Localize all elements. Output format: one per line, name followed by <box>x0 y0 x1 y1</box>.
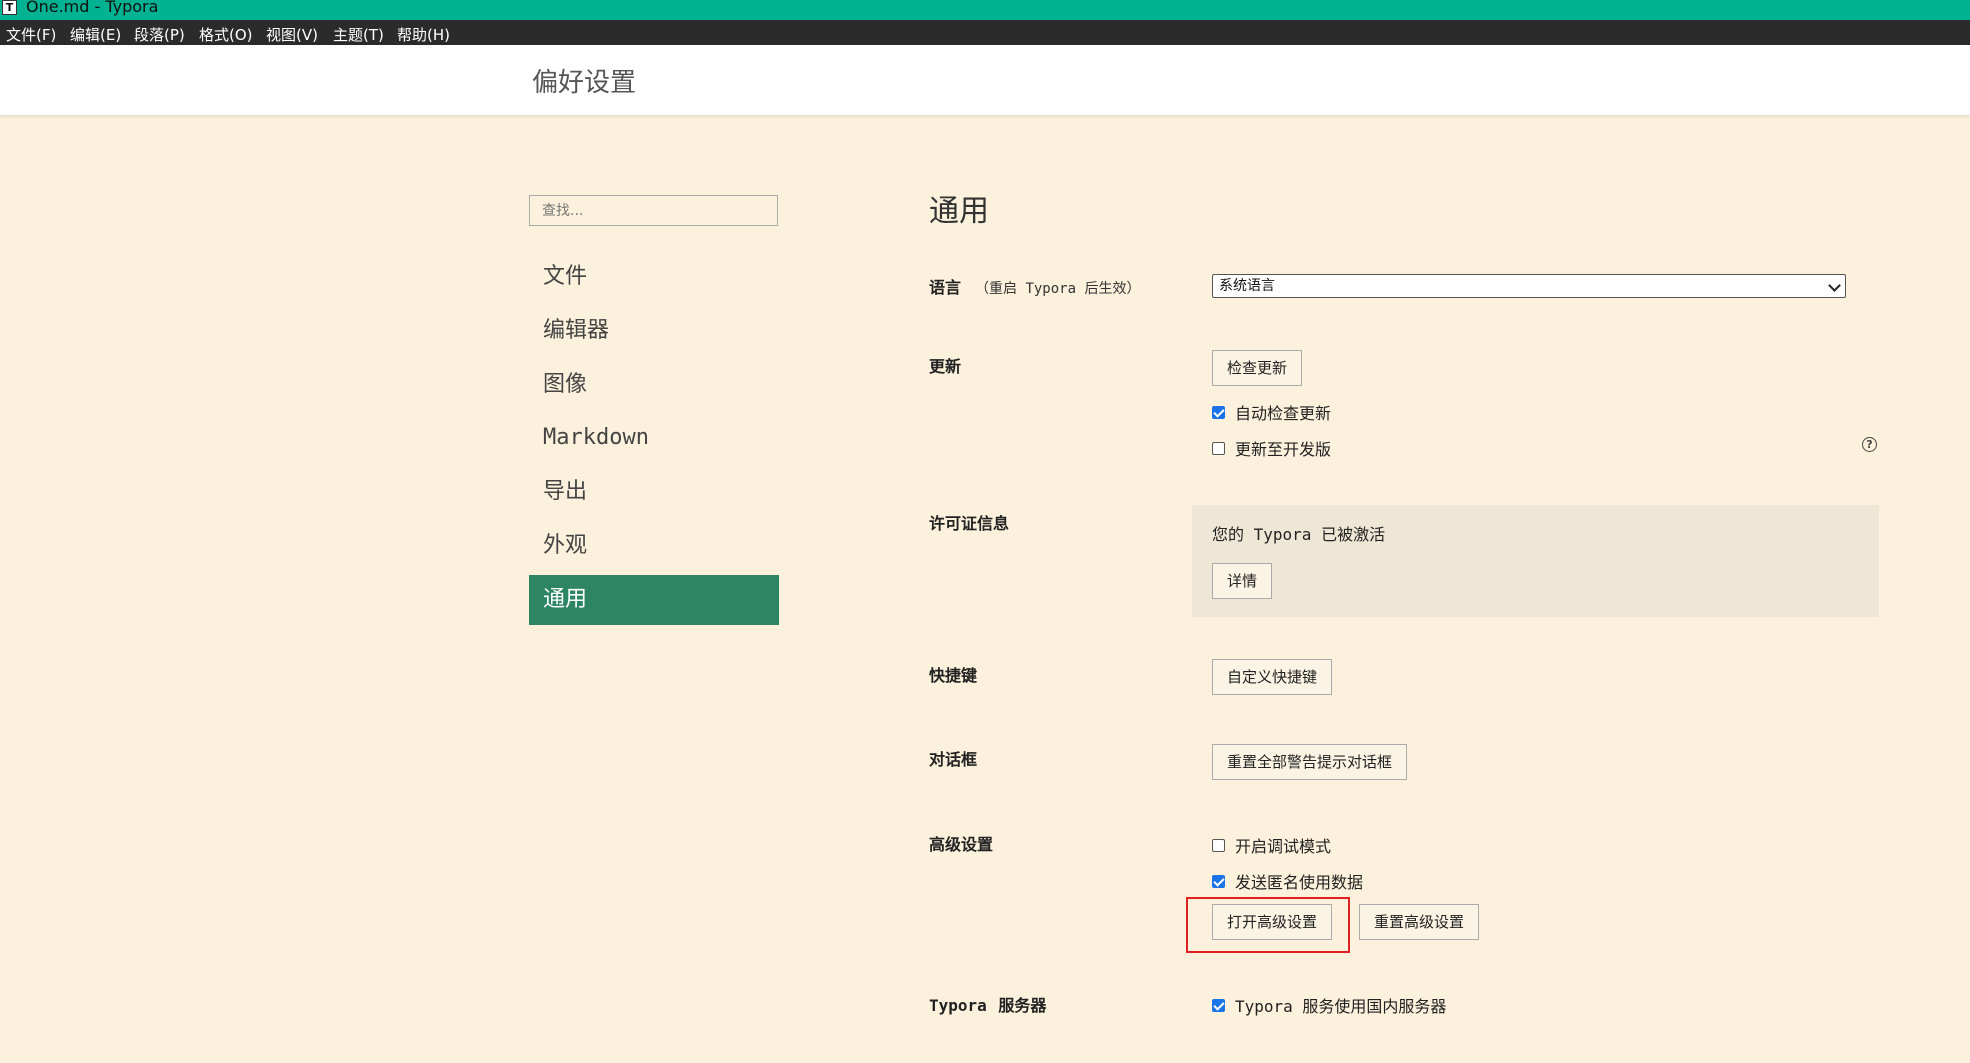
advanced-label: 高级设置 <box>929 835 994 854</box>
menu-format[interactable]: 格式(O) <box>199 24 253 45</box>
menu-edit[interactable]: 编辑(E) <box>70 24 121 45</box>
update-label: 更新 <box>929 357 962 376</box>
sidebar-item-general[interactable]: 通用 <box>529 575 779 625</box>
language-restart-hint: （重启 Typora 后生效） <box>975 281 1141 297</box>
language-label-text: 语言 <box>929 278 962 297</box>
chevron-down-icon <box>1828 279 1841 292</box>
auto-check-update-checkbox[interactable] <box>1212 405 1225 419</box>
debug-mode-checkbox[interactable] <box>1212 838 1225 852</box>
highlight-annotation-box <box>1186 897 1350 953</box>
language-label: 语言 （重启 Typora 后生效） <box>929 274 1140 298</box>
sidebar-item-markdown[interactable]: Markdown <box>529 413 779 463</box>
check-update-button[interactable]: 检查更新 <box>1212 350 1303 386</box>
language-select[interactable]: 系统语言 <box>1212 274 1846 298</box>
domestic-server-row[interactable]: Typora 服务使用国内服务器 <box>1212 993 1446 1017</box>
section-heading: 通用 <box>929 194 989 229</box>
sidebar-item-editor[interactable]: 编辑器 <box>529 306 779 356</box>
language-selected-value: 系统语言 <box>1219 278 1275 294</box>
dev-channel-checkbox[interactable] <box>1212 441 1225 455</box>
debug-mode-row[interactable]: 开启调试模式 <box>1212 833 1331 857</box>
license-panel: 您的 Typora 已被激活 详情 <box>1192 505 1879 617</box>
server-label: Typora 服务器 <box>929 992 1046 1016</box>
sidebar-item-export[interactable]: 导出 <box>529 467 779 517</box>
menu-paragraph[interactable]: 段落(P) <box>134 24 185 45</box>
menu-help[interactable]: 帮助(H) <box>397 24 450 45</box>
preferences-header: 偏好设置 <box>0 45 1970 116</box>
page-title: 偏好设置 <box>532 68 637 98</box>
server-label-suffix: 服务器 <box>998 996 1047 1015</box>
reset-advanced-settings-button[interactable]: 重置高级设置 <box>1359 904 1480 940</box>
search-input[interactable] <box>529 195 778 226</box>
menu-bar: 文件(F) 编辑(E) 段落(P) 格式(O) 视图(V) 主题(T) 帮助(H… <box>0 20 1970 45</box>
window-title: One.md - Typora <box>26 0 159 16</box>
license-status-text: 您的 Typora 已被激活 <box>1212 525 1386 544</box>
dev-channel-label: 更新至开发版 <box>1235 440 1332 459</box>
menu-view[interactable]: 视图(V) <box>266 24 318 45</box>
send-usage-label: 发送匿名使用数据 <box>1235 873 1364 892</box>
menu-file[interactable]: 文件(F) <box>6 24 56 45</box>
dev-channel-row[interactable]: 更新至开发版 <box>1212 436 1331 460</box>
domestic-server-checkbox[interactable] <box>1212 998 1225 1012</box>
license-details-button[interactable]: 详情 <box>1212 563 1273 599</box>
server-label-prefix: Typora <box>929 996 987 1015</box>
menu-themes[interactable]: 主题(T) <box>333 24 384 45</box>
reset-dialogs-button[interactable]: 重置全部警告提示对话框 <box>1212 744 1408 780</box>
title-bar: T One.md - Typora <box>0 0 1970 20</box>
typora-app-icon: T <box>2 0 17 15</box>
sidebar-item-image[interactable]: 图像 <box>529 360 779 410</box>
shortcuts-label: 快捷键 <box>929 666 978 685</box>
domestic-server-label: Typora 服务使用国内服务器 <box>1235 997 1447 1016</box>
send-usage-row[interactable]: 发送匿名使用数据 <box>1212 869 1363 893</box>
sidebar-item-appearance[interactable]: 外观 <box>529 521 779 571</box>
license-label: 许可证信息 <box>929 514 1010 533</box>
customize-shortcuts-button[interactable]: 自定义快捷键 <box>1212 659 1333 695</box>
sidebar-item-files[interactable]: 文件 <box>529 252 779 302</box>
help-icon[interactable]: ? <box>1862 437 1877 452</box>
auto-check-update-row[interactable]: 自动检查更新 <box>1212 400 1331 424</box>
dialogs-label: 对话框 <box>929 750 978 769</box>
send-usage-checkbox[interactable] <box>1212 874 1225 888</box>
auto-check-update-label: 自动检查更新 <box>1235 404 1332 423</box>
debug-mode-label: 开启调试模式 <box>1235 837 1332 856</box>
